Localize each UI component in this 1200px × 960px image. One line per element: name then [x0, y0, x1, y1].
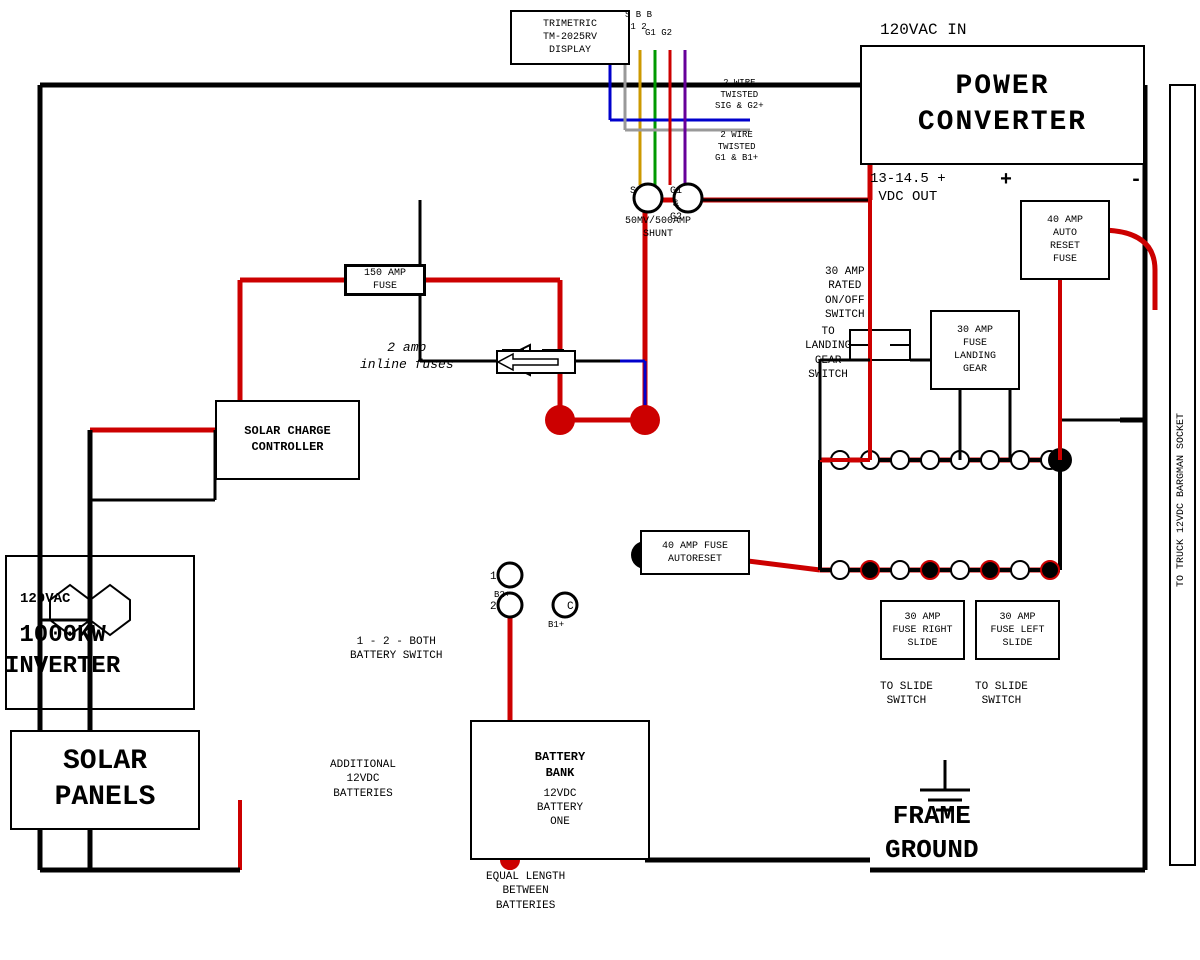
terminal-1-label: 1 [490, 570, 497, 584]
s-label: S [630, 185, 636, 198]
frame-ground-label: FRAMEGROUND [885, 800, 979, 868]
trimetric-box: TRIMETRICTM-2025RVDISPLAY [510, 10, 630, 65]
g1-label: G1&G2 [670, 185, 682, 224]
120vac-in-label: 120VAC IN [880, 20, 966, 41]
to-landing-gear-label: TOLANDINGGEARSWITCH [805, 325, 851, 382]
wire-g-label: G1 G2 [645, 28, 672, 40]
battery-bank-box: BATTERYBANK 12VDCBATTERYONE [470, 720, 650, 860]
to-truck-label: TO TRUCK 12VDC BARGMAN SOCKET [1175, 200, 1195, 800]
30amp-fuse-right-slide-box: 30 AMPFUSE RIGHTSLIDE [880, 600, 965, 660]
terminal-b1-label: B1+ [548, 620, 564, 632]
additional-batteries-label: ADDITIONAL12VDCBATTERIES [330, 758, 396, 801]
30amp-fuse-left-slide-box: 30 AMPFUSE LEFTSLIDE [975, 600, 1060, 660]
solar-panels-label: SOLARPANELS [55, 744, 156, 817]
battery-bank-label: BATTERYBANK [535, 750, 585, 781]
inline-fuses-label: 2 ampinline fuses [360, 340, 454, 374]
minus-label: - [1130, 168, 1142, 194]
40amp-auto-reset-fuse-box: 40 AMPAUTORESETFUSE [1020, 200, 1110, 280]
solar-panels-box: SOLARPANELS [10, 730, 200, 830]
inline-fuse-arrow [496, 350, 576, 374]
to-slide-switch-2-label: TO SLIDESWITCH [975, 680, 1028, 709]
40amp-autoreset-fuse-box: 40 AMP FUSEAUTORESET [640, 530, 750, 575]
solar-charge-controller-box: SOLAR CHARGECONTROLLER [215, 400, 360, 480]
terminal-c-label: C [567, 600, 574, 614]
power-converter-label: POWERCONVERTER [918, 69, 1087, 142]
plus-label: + [1000, 168, 1012, 194]
wiring-diagram: POWERCONVERTER 120VAC IN 13-14.5 +VDC OU… [0, 0, 1200, 960]
battery-one-label: 12VDCBATTERYONE [535, 787, 585, 830]
30amp-switch-label: 30 AMPRATEDON/OFFSWITCH [825, 265, 865, 322]
power-converter-box: POWERCONVERTER [860, 45, 1145, 165]
inverter-box [5, 555, 195, 710]
battery-switch-label: 1 - 2 - BOTHBATTERY SWITCH [350, 635, 442, 664]
2wire-g1-label: 2 WIRETWISTEDG1 & B1+ [715, 130, 758, 165]
2wire-sig-label: 2 WIRETWISTEDSIG & G2+ [715, 78, 764, 113]
30amp-fuse-landing-gear-box: 30 AMPFUSELANDINGGEAR [930, 310, 1020, 390]
terminal-2-label: 2 [490, 600, 497, 614]
vdc-out-label: 13-14.5 +VDC OUT [870, 170, 946, 206]
to-slide-switch-1-label: TO SLIDESWITCH [880, 680, 933, 709]
150amp-fuse-box: 150 AMPFUSE [345, 265, 425, 295]
terminal-b2-label: B2+ [494, 590, 510, 602]
equal-length-label: EQUAL LENGTHBETWEENBATTERIES [486, 870, 565, 913]
